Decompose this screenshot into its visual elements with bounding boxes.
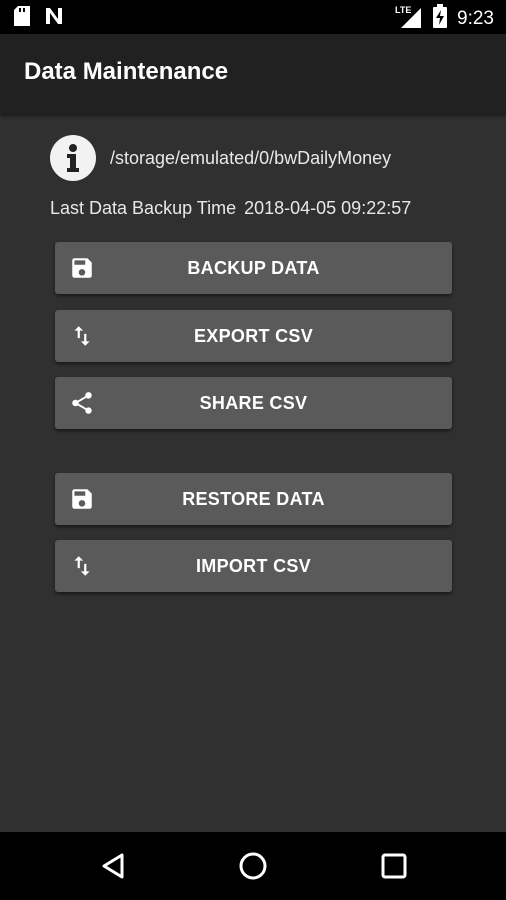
save-icon [69, 255, 95, 281]
home-icon[interactable] [237, 850, 269, 882]
restore-data-label: RESTORE DATA [182, 488, 325, 509]
swap-vertical-icon [69, 553, 95, 579]
status-bar: LTE 9:23 [0, 0, 506, 34]
swap-vertical-icon [69, 323, 95, 349]
storage-path: /storage/emulated/0/bwDailyMoney [110, 147, 392, 168]
page-title: Data Maintenance [24, 58, 229, 85]
last-backup-label: Last Data Backup Time [50, 198, 237, 218]
backup-data-label: BACKUP DATA [187, 257, 320, 278]
share-csv-button[interactable]: SHARE CSV [55, 377, 452, 429]
save-icon [69, 486, 95, 512]
status-time: 9:23 [457, 7, 494, 29]
export-csv-label: EXPORT CSV [193, 325, 314, 346]
navigation-bar [0, 832, 506, 900]
backup-data-button[interactable]: BACKUP DATA [55, 242, 452, 294]
last-backup-row: Last Data Backup Time 2018-04-05 09:22:5… [50, 198, 411, 219]
network-label: LTE [395, 5, 411, 15]
info-icon [50, 135, 96, 181]
last-backup-time: 2018-04-05 09:22:57 [244, 198, 412, 218]
app-bar: Data Maintenance [0, 34, 506, 114]
n-notification-icon [44, 6, 64, 31]
share-csv-label: SHARE CSV [199, 392, 308, 413]
import-csv-label: IMPORT CSV [195, 555, 311, 576]
battery-charging-icon [433, 4, 448, 33]
back-icon[interactable] [98, 850, 130, 882]
export-csv-button[interactable]: EXPORT CSV [55, 310, 452, 362]
share-icon [69, 390, 95, 416]
storage-path-row: /storage/emulated/0/bwDailyMoney [50, 135, 391, 181]
restore-data-button[interactable]: RESTORE DATA [55, 473, 452, 525]
recents-icon[interactable] [378, 850, 410, 882]
sd-card-icon [14, 6, 30, 31]
lte-signal-icon: LTE [395, 4, 423, 33]
import-csv-button[interactable]: IMPORT CSV [55, 540, 452, 592]
